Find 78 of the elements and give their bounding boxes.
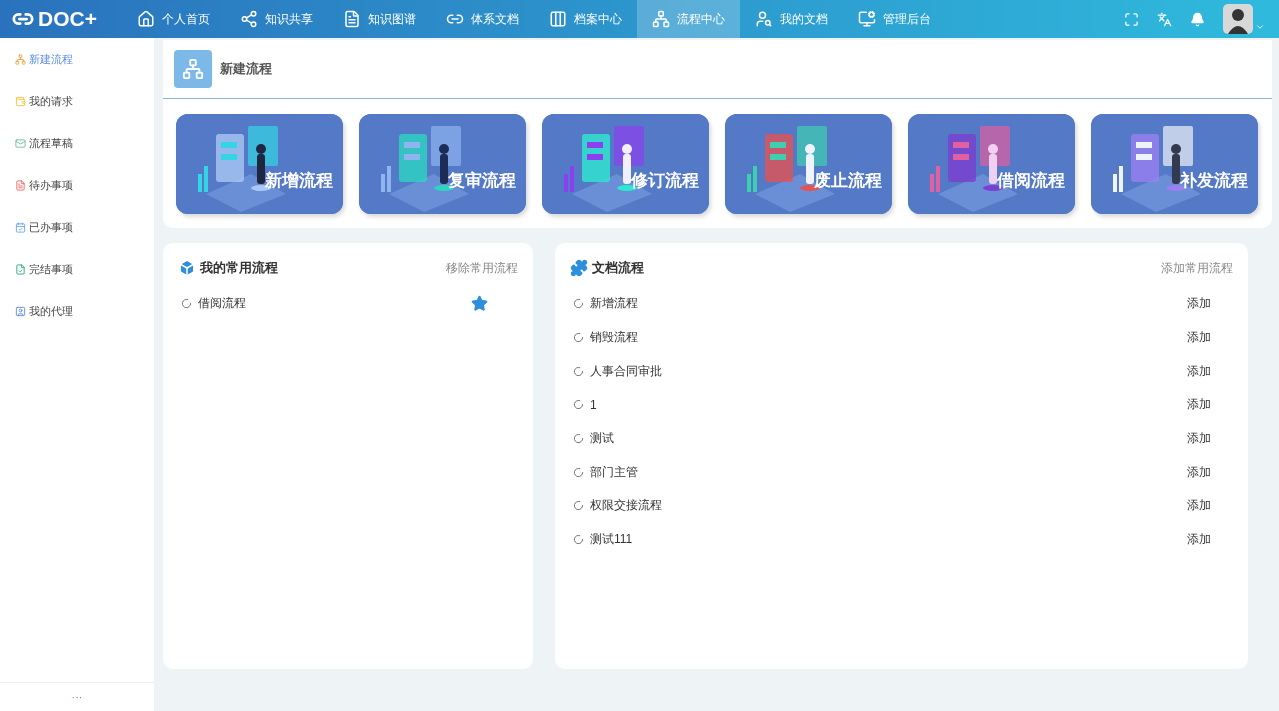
menu-icon xyxy=(15,263,26,275)
menu-icon xyxy=(15,53,26,65)
user-avatar[interactable] xyxy=(1223,4,1253,34)
add-link[interactable]: 添加 xyxy=(1187,497,1211,515)
process-icon xyxy=(573,466,584,478)
menu-icon xyxy=(15,95,26,107)
flow-name[interactable]: 权限交接流程 xyxy=(590,497,662,515)
sidebar-item[interactable]: 已办事项 xyxy=(0,206,154,248)
process-icon xyxy=(573,534,584,546)
flow-card[interactable]: 补发流程 xyxy=(1091,114,1258,214)
process-icon xyxy=(181,298,192,310)
nav-icon xyxy=(137,10,155,28)
nav-icon xyxy=(549,10,567,28)
flow-card[interactable]: 废止流程 xyxy=(725,114,892,214)
flow-label: 修订流程 xyxy=(631,170,699,192)
flow-name[interactable]: 人事合同审批 xyxy=(590,362,662,380)
menu-icon xyxy=(15,137,26,149)
add-link[interactable]: 添加 xyxy=(1187,362,1211,380)
menu-icon xyxy=(15,179,26,191)
sidebar-item[interactable]: 新建流程 xyxy=(0,38,154,80)
flow-label: 补发流程 xyxy=(1180,170,1248,192)
panel-title: 文档流程 xyxy=(592,259,644,277)
app-logo[interactable]: DOC+ xyxy=(0,7,122,31)
process-icon xyxy=(573,332,584,344)
star-icon[interactable] xyxy=(471,295,488,313)
nav-icon xyxy=(343,10,361,28)
sidebar-item[interactable]: 流程草稿 xyxy=(0,122,154,164)
add-link[interactable]: 添加 xyxy=(1187,295,1211,313)
process-icon xyxy=(573,365,584,377)
flow-card[interactable]: 新增流程 xyxy=(176,114,343,214)
nav-tab[interactable]: 个人首页 xyxy=(122,0,225,38)
language-icon[interactable] xyxy=(1157,11,1172,27)
nav-tab[interactable]: 知识图谱 xyxy=(328,0,431,38)
flow-name[interactable]: 1 xyxy=(590,397,597,412)
nav-icon xyxy=(652,10,670,28)
flow-name[interactable]: 部门主管 xyxy=(590,463,638,481)
add-link[interactable]: 添加 xyxy=(1187,396,1211,414)
process-icon xyxy=(573,500,584,512)
process-icon xyxy=(573,298,584,310)
add-link[interactable]: 添加 xyxy=(1187,430,1211,448)
nav-icon xyxy=(858,10,876,28)
flow-card[interactable]: 借阅流程 xyxy=(908,114,1075,214)
flow-label: 借阅流程 xyxy=(997,170,1065,192)
nav-tab[interactable]: 知识共享 xyxy=(225,0,328,38)
flow-card[interactable]: 修订流程 xyxy=(542,114,709,214)
flow-label: 新增流程 xyxy=(265,170,333,192)
sidebar-item[interactable]: 待办事项 xyxy=(0,164,154,206)
flow-label: 复审流程 xyxy=(448,170,516,192)
cube-icon xyxy=(178,259,196,277)
caret-icon[interactable] xyxy=(1255,22,1265,32)
bell-icon[interactable] xyxy=(1190,11,1205,27)
nav-icon xyxy=(240,10,258,28)
flow-name[interactable]: 销毁流程 xyxy=(590,329,638,347)
menu-icon xyxy=(15,221,26,233)
fullscreen-icon[interactable] xyxy=(1124,11,1139,27)
nav-tab[interactable]: 体系文档 xyxy=(431,0,534,38)
flow-name[interactable]: 测试 xyxy=(590,430,614,448)
puzzle-icon xyxy=(570,259,588,277)
page-title: 新建流程 xyxy=(220,60,272,78)
process-icon xyxy=(573,433,584,445)
nav-icon xyxy=(755,10,773,28)
flow-card[interactable]: 复审流程 xyxy=(359,114,526,214)
process-icon xyxy=(573,399,584,411)
sidebar-item[interactable]: 我的代理 xyxy=(0,290,154,332)
flow-name[interactable]: 借阅流程 xyxy=(198,295,246,313)
add-link[interactable]: 添加 xyxy=(1187,329,1211,347)
flow-name[interactable]: 测试111 xyxy=(590,531,633,549)
sidebar-item[interactable]: 完结事项 xyxy=(0,248,154,290)
sidebar-item[interactable]: 我的请求 xyxy=(0,80,154,122)
flow-icon xyxy=(174,50,212,88)
remove-favorite-link[interactable]: 移除常用流程 xyxy=(446,259,518,277)
panel-title: 我的常用流程 xyxy=(200,259,278,277)
add-link[interactable]: 添加 xyxy=(1187,463,1211,481)
add-favorite-link[interactable]: 添加常用流程 xyxy=(1161,259,1233,277)
add-link[interactable]: 添加 xyxy=(1187,531,1211,549)
menu-icon xyxy=(15,305,26,317)
flow-label: 废止流程 xyxy=(814,170,882,192)
flow-name[interactable]: 新增流程 xyxy=(590,295,638,313)
